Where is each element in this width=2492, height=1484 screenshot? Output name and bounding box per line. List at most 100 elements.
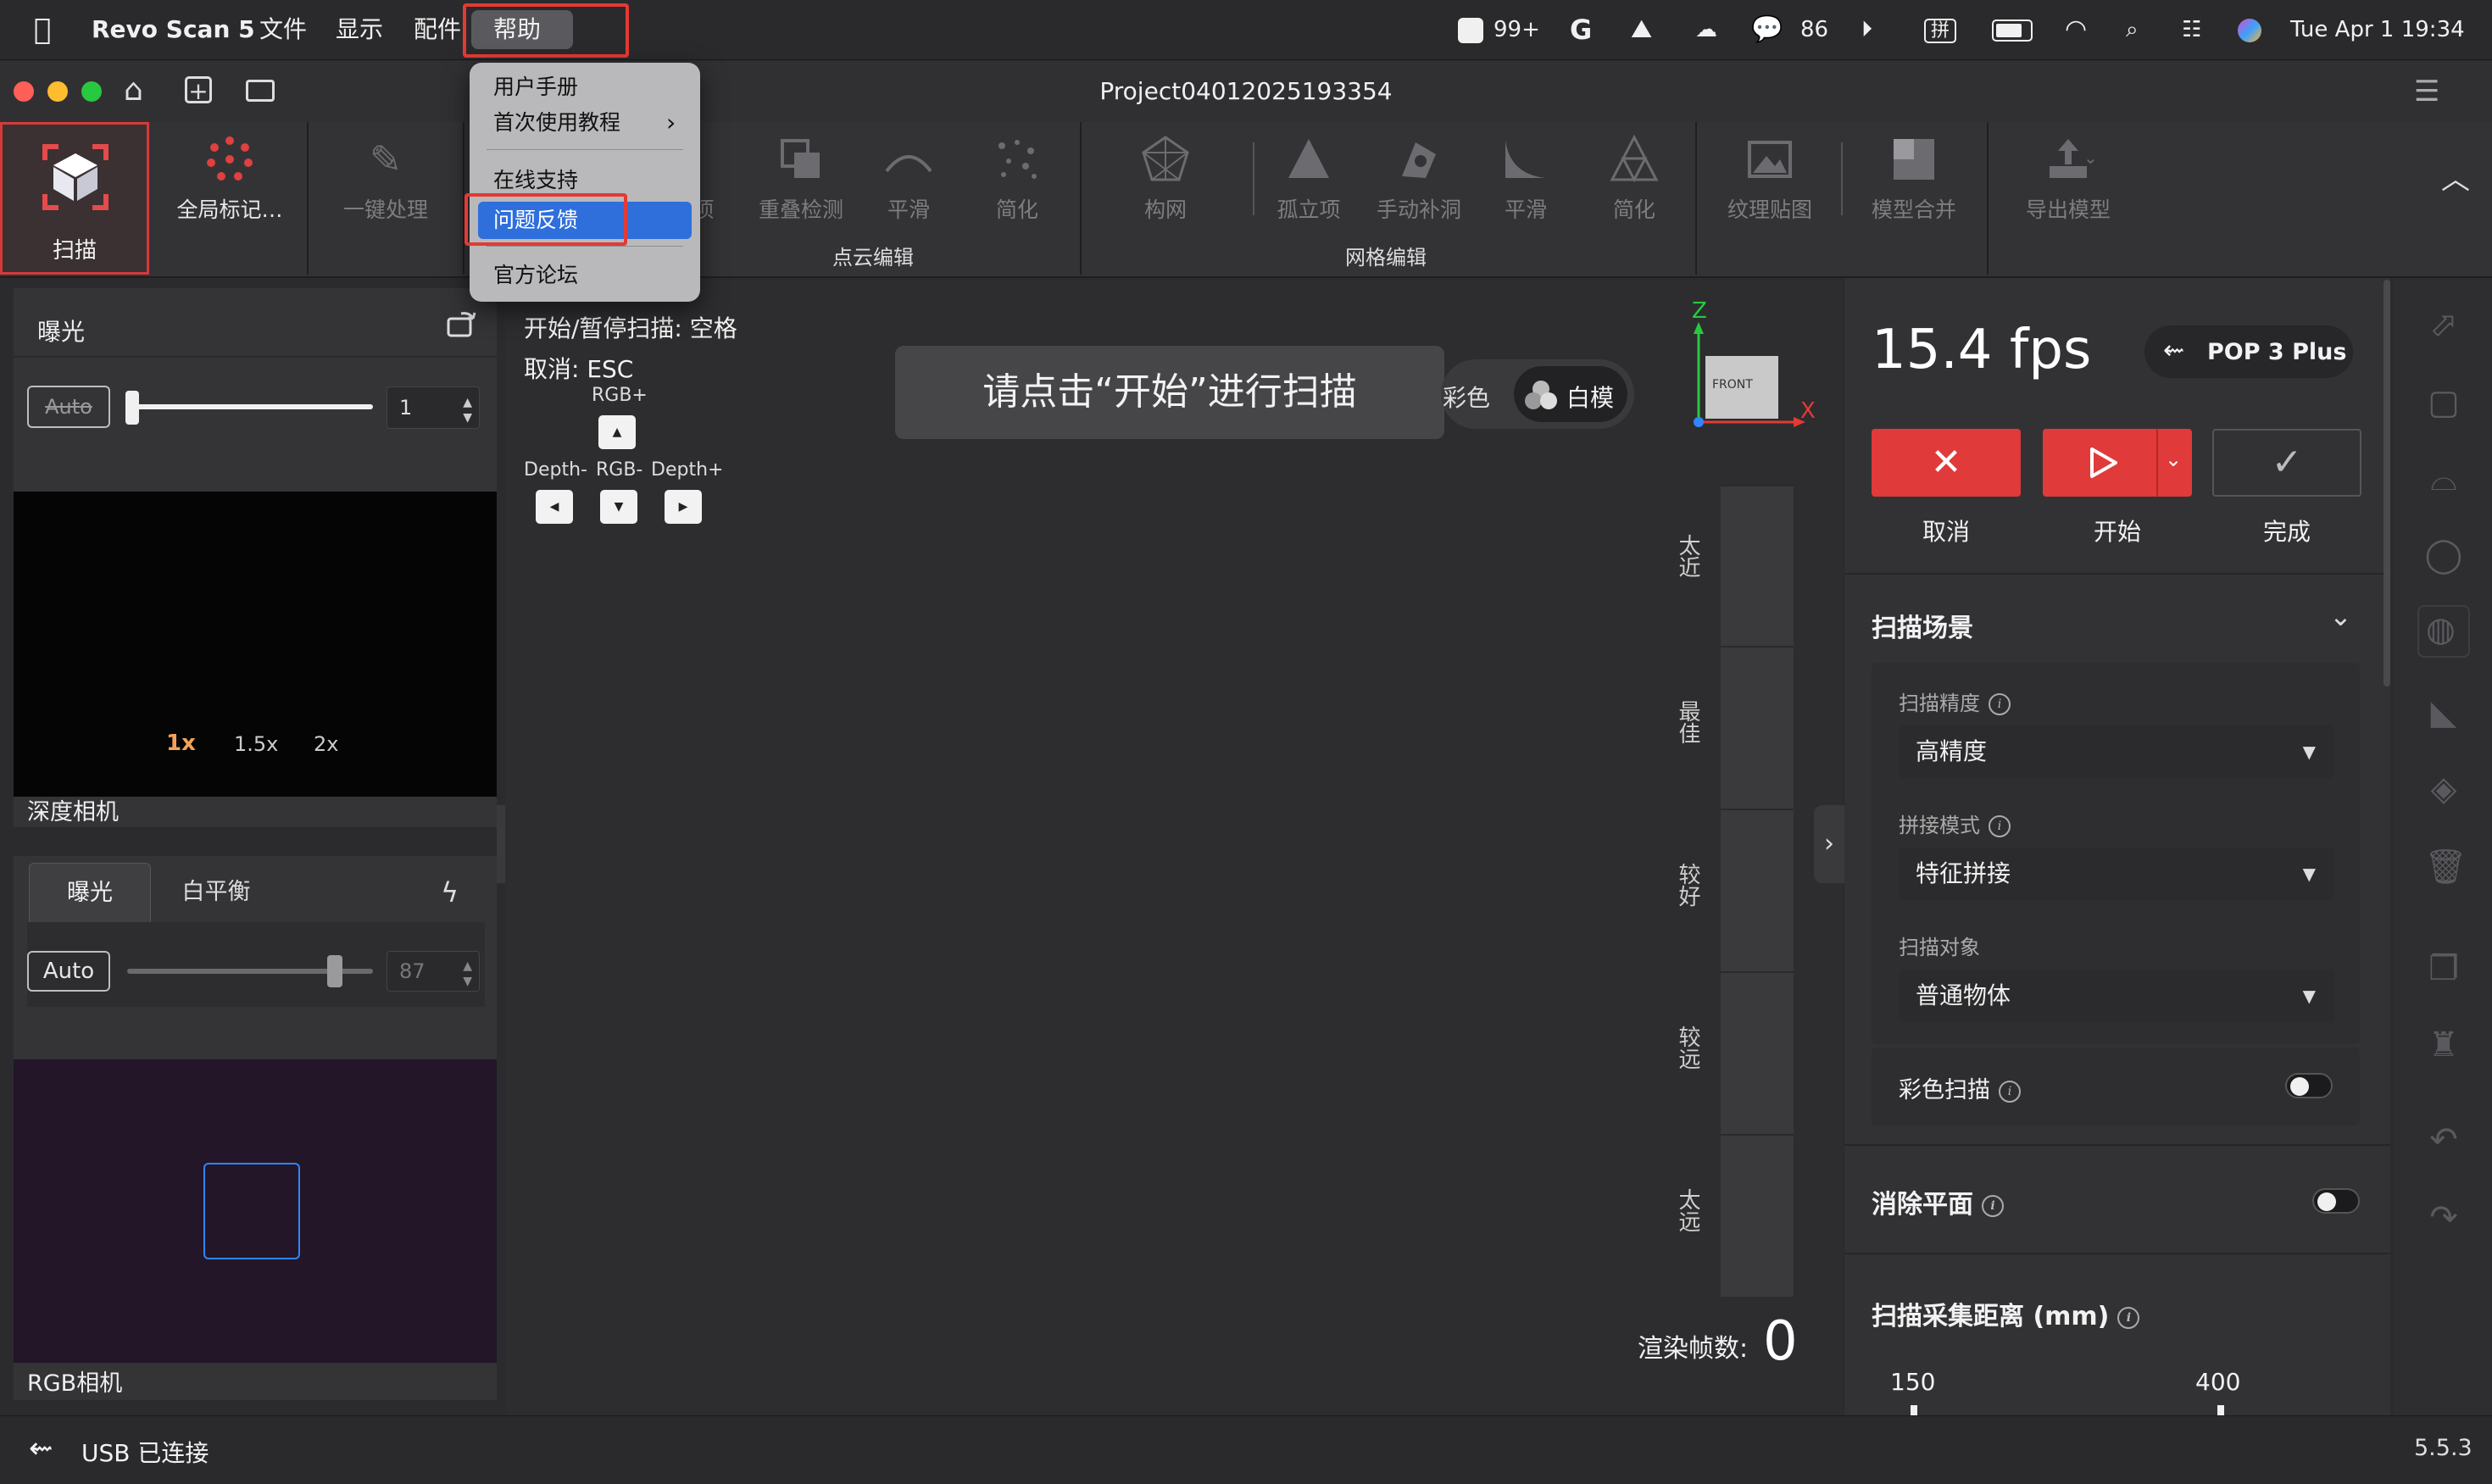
toolbar-texture[interactable]: 纹理贴图 [1717,122,1822,241]
grammarly-icon[interactable]: G [1570,0,1592,59]
distance-min-value: 150 [1890,1368,1936,1396]
tab-white-balance[interactable]: 白平衡 [161,863,271,922]
toolbar-overlap-check[interactable]: 重叠检测 [746,122,856,241]
menu-file[interactable]: 文件 [259,0,307,59]
distance-max-handle[interactable] [2217,1405,2224,1415]
depth-exposure-slider[interactable] [127,404,373,409]
stitch-mode-select[interactable]: 特征拼接 ▼ [1899,848,2334,900]
brush-icon[interactable]: ♜ [2424,1025,2463,1064]
info-icon[interactable]: i [1982,1194,2004,1217]
wechat-icon[interactable]: 💬 [1751,0,1783,59]
toolbar-isolated-mesh[interactable]: 孤立项 [1266,122,1351,241]
app-name-menu[interactable]: Revo Scan 5 [92,0,255,59]
collapse-right-panel-chevron-icon[interactable]: › [1814,805,1844,883]
depth-exposure-spinbox[interactable]: 1 ▲ ▼ [387,386,480,429]
lasso-select-icon[interactable]: ⌓ [2424,459,2463,498]
rotate-camera-icon[interactable] [446,308,476,339]
precision-select[interactable]: 高精度 ▼ [1899,725,2334,778]
toolbar-smooth-mesh[interactable]: 平滑 [1482,122,1570,241]
siri-icon[interactable] [2238,0,2261,59]
depth-exposure-slider-thumb[interactable] [125,391,139,425]
scan-viewport[interactable] [505,280,1843,1415]
collapse-toolbar-chevron-up-icon[interactable]: ︿ [2441,156,2470,197]
menu-item-official-forum[interactable]: 官方论坛 [493,258,578,293]
spin-down-icon[interactable]: ▼ [463,962,472,1001]
toolbar-simplify-mesh[interactable]: 简化 [1590,122,1678,241]
cloud-icon[interactable]: ☁ [1695,0,1717,59]
mountain-icon[interactable]: ⛰ [1631,0,1652,59]
wifi-icon[interactable]: ◠ [2065,0,2087,59]
rect-select-icon[interactable]: ▢ [2424,383,2463,422]
minimize-window-button[interactable] [47,81,68,102]
input-method-icon[interactable]: 拼 [1924,0,1957,59]
circle-select-icon[interactable]: ◯ [2424,536,2463,575]
start-options-chevron-down-icon[interactable]: ⌄ [2165,447,2182,471]
axis-gizmo[interactable]: Z X FRONT [1687,297,1816,432]
info-icon[interactable]: i [1989,815,2011,837]
remove-plane-toggle[interactable] [2312,1188,2360,1214]
menu-accessories[interactable]: 配件 [414,0,461,59]
zoom-1x[interactable]: 1x [166,731,196,756]
delete-trash-icon[interactable]: 🗑 [2424,848,2467,887]
apple-icon[interactable]:  [34,0,51,59]
new-project-icon[interactable]: + [185,76,212,104]
notification-icon[interactable] [1458,0,1483,59]
cancel-scan-button[interactable]: ✕ [1872,429,2021,497]
tab-exposure[interactable]: 曝光 [29,863,151,922]
undo-icon[interactable]: ↶ [2424,1120,2463,1159]
rgb-exposure-spinbox[interactable]: 87 ▲ ▼ [387,951,480,992]
mode-color-option[interactable]: 彩色 [1443,380,1490,414]
right-panel-scrollbar[interactable] [2384,280,2390,686]
device-selector[interactable]: ⇜ POP 3 Plus [2144,325,2353,378]
menu-separator [487,246,683,247]
toolbar-scan-button[interactable]: 扫描 [0,122,149,275]
select-cursor-icon[interactable]: ⬀ [2424,305,2463,344]
menu-item-user-manual[interactable]: 用户手册 [493,69,578,105]
maximize-window-button[interactable] [81,81,102,102]
invert-selection-icon[interactable]: ◈ [2424,770,2463,809]
sphere-select-button[interactable]: ◍ [2417,605,2470,658]
zoom-2x[interactable]: 2x [314,732,338,756]
toolbar-simplify-points[interactable]: 简化 [973,122,1061,241]
scan-object-select[interactable]: 普通物体 ▼ [1899,970,2334,1022]
menu-view[interactable]: 显示 [336,0,383,59]
depth-auto-exposure-button[interactable]: Auto [27,386,110,428]
depth-camera-label: 深度相机 [27,799,119,825]
battery-icon[interactable] [1992,0,2033,59]
rgb-auto-exposure-button[interactable]: Auto [27,951,110,992]
flash-off-icon[interactable]: ϟ [441,876,459,909]
search-icon[interactable]: ⌕ [2126,0,2139,59]
close-window-button[interactable] [14,81,34,102]
scene-collapse-chevron-icon[interactable]: ⌄ [2329,600,2352,632]
toolbar-merge[interactable]: 模型合并 [1861,122,1966,241]
redo-icon[interactable]: ↷ [2424,1198,2463,1237]
dropdown-caret-icon: ▼ [2302,986,2316,1006]
info-icon[interactable]: i [1989,693,2011,715]
color-scan-toggle[interactable] [2285,1073,2333,1098]
toolbar-global-markers[interactable]: 全局标记… [166,122,293,241]
start-scan-button[interactable]: ⌄ [2043,429,2192,497]
clock[interactable]: Tue Apr 1 19:34 [2290,0,2465,59]
distance-min-handle[interactable] [1911,1405,1917,1415]
toolbar-fill-holes[interactable]: 手动补洞 [1368,122,1470,241]
plane-cut-icon[interactable]: ◣ [2424,693,2463,732]
control-center-icon[interactable]: ☷ [2182,0,2201,59]
duplicate-icon[interactable]: ❐ [2424,949,2463,988]
rgb-exposure-slider-thumb[interactable] [327,955,342,987]
info-icon[interactable]: i [2117,1306,2140,1329]
info-icon[interactable]: i [1999,1080,2021,1103]
menu-item-first-use-tutorial[interactable]: 首次使用教程 [493,105,620,141]
finish-scan-button[interactable]: ✓ [2212,429,2361,497]
zoom-1-5x[interactable]: 1.5x [234,732,278,756]
open-folder-icon[interactable] [246,80,275,102]
toolbar-export[interactable]: 导出模型 [2009,122,2128,241]
toolbar-one-click[interactable]: ✎ 一键处理 [322,122,449,241]
spin-down-icon[interactable]: ▼ [463,397,472,438]
home-icon[interactable]: ⌂ [124,73,143,108]
mode-white-selected[interactable]: 白模 [1514,366,1627,422]
play-circle-icon[interactable]: ⏵ [1861,0,1872,59]
toolbar-smooth-points[interactable]: 平滑 [865,122,953,241]
toolbar-mesh[interactable]: 构网 [1119,122,1212,241]
export-chevron-down-icon[interactable]: ⌄ [2083,147,2098,168]
settings-sliders-icon[interactable]: ☰ [2414,75,2439,108]
